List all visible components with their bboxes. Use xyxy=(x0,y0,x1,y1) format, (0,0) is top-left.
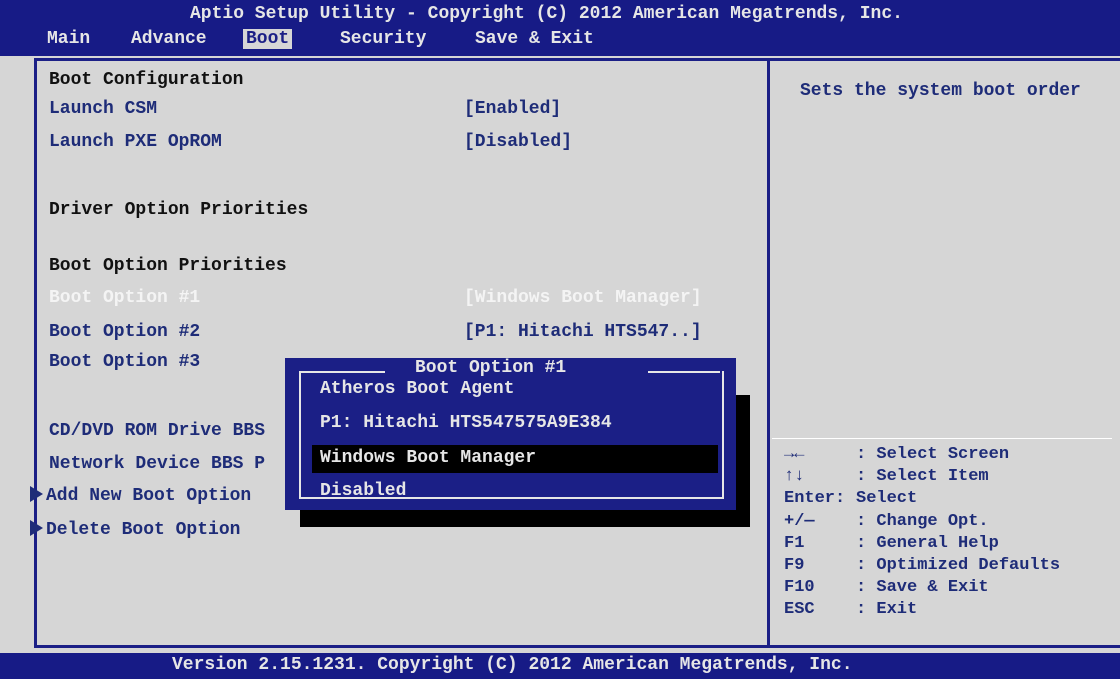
tab-security[interactable]: Security xyxy=(337,29,429,49)
section-boot-option-priorities: Boot Option Priorities xyxy=(49,256,287,276)
submenu-arrow-icon xyxy=(30,486,43,502)
popup-title: Boot Option #1 xyxy=(415,358,567,378)
key-hint-enter: Enter: Select xyxy=(784,489,918,508)
key-hint-select-screen: →←: Select Screen xyxy=(784,445,1010,464)
launch-csm-value[interactable]: [Enabled] xyxy=(464,99,561,119)
section-driver-option-priorities: Driver Option Priorities xyxy=(49,200,309,220)
tab-save-exit[interactable]: Save & Exit xyxy=(472,29,597,49)
launch-csm-label[interactable]: Launch CSM xyxy=(49,99,157,119)
key-hint-optimized-defaults: F9: Optimized Defaults xyxy=(784,556,1061,575)
key-hint-general-help: F1: General Help xyxy=(784,534,999,553)
submenu-arrow-icon xyxy=(30,520,43,536)
section-boot-configuration: Boot Configuration xyxy=(49,70,244,90)
tab-main[interactable]: Main xyxy=(44,29,93,49)
delete-boot-option-label: Delete Boot Option xyxy=(46,520,241,540)
boot-option-1-label[interactable]: Boot Option #1 xyxy=(49,288,200,308)
popup-option-windows-boot-manager[interactable]: Windows Boot Manager xyxy=(320,448,536,468)
popup-option-disabled[interactable]: Disabled xyxy=(320,481,406,501)
boot-option-2-value[interactable]: [P1: Hitachi HTS547..] xyxy=(464,322,702,342)
popup-option-hitachi[interactable]: P1: Hitachi HTS547575A9E384 xyxy=(320,413,612,433)
key-hint-change-opt: +/—: Change Opt. xyxy=(784,512,989,531)
popup-option-atheros[interactable]: Atheros Boot Agent xyxy=(320,379,514,399)
add-new-boot-option-label: Add New Boot Option xyxy=(46,486,252,506)
key-hint-exit: ESC: Exit xyxy=(784,600,918,619)
cd-dvd-rom-drive-bbs[interactable]: CD/DVD ROM Drive BBS xyxy=(49,421,265,441)
app-title: Aptio Setup Utility - Copyright (C) 2012… xyxy=(190,4,903,24)
arrows-up-down-icon: ↑↓ xyxy=(784,467,805,486)
popup-title-rule-right xyxy=(648,371,720,373)
tab-boot[interactable]: Boot xyxy=(243,29,293,49)
help-divider xyxy=(772,438,1112,439)
boot-option-3-label[interactable]: Boot Option #3 xyxy=(49,352,200,372)
delete-boot-option[interactable]: Delete Boot Option xyxy=(30,520,240,540)
footer-version: Version 2.15.1231. Copyright (C) 2012 Am… xyxy=(172,655,853,675)
popup-title-rule-left xyxy=(299,371,385,373)
key-hint-save-exit: F10: Save & Exit xyxy=(784,578,989,597)
boot-option-1-value[interactable]: [Windows Boot Manager] xyxy=(464,288,702,308)
key-hint-select-item: ↑↓: Select Item xyxy=(784,467,989,486)
arrows-left-right-icon: →← xyxy=(784,445,805,464)
tab-advance[interactable]: Advance xyxy=(128,29,210,49)
boot-option-2-label[interactable]: Boot Option #2 xyxy=(49,322,200,342)
add-new-boot-option[interactable]: Add New Boot Option xyxy=(30,486,251,506)
help-description: Sets the system boot order xyxy=(800,81,1081,101)
launch-pxe-value[interactable]: [Disabled] xyxy=(464,132,572,152)
network-device-bbs[interactable]: Network Device BBS P xyxy=(49,454,265,474)
launch-pxe-label[interactable]: Launch PXE OpROM xyxy=(49,132,222,152)
